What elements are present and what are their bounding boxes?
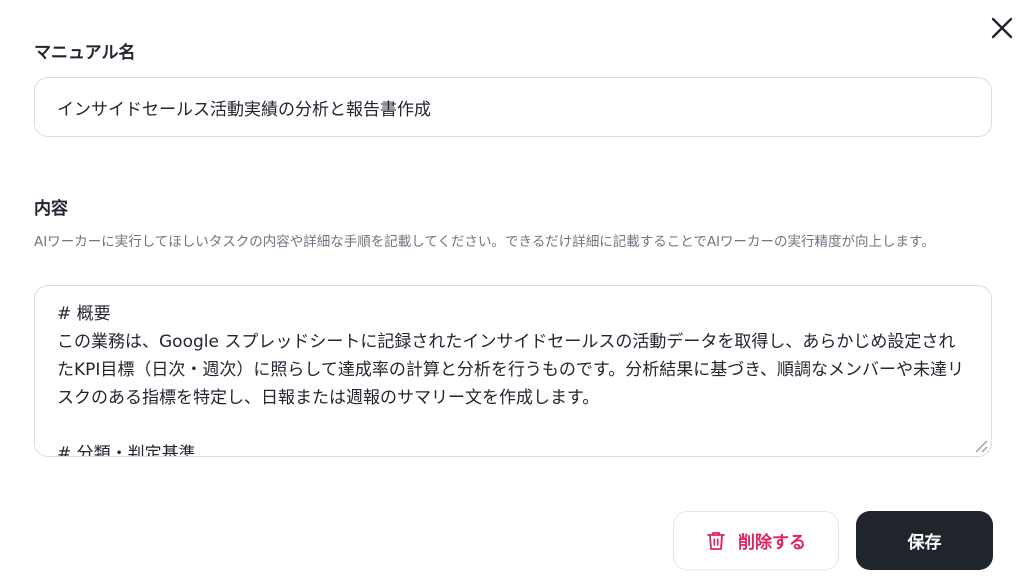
save-button[interactable]: 保存 <box>856 511 993 570</box>
save-button-label: 保存 <box>907 533 942 553</box>
manual-name-label: マニュアル名 <box>34 43 136 63</box>
close-icon <box>991 17 1013 39</box>
delete-button-label: 削除する <box>738 533 806 553</box>
resize-handle-icon[interactable] <box>973 438 989 454</box>
manual-edit-dialog: マニュアル名 内容 AIワーカーに実行してほしいタスクの内容や詳細な手順を記載し… <box>0 0 1026 582</box>
content-textarea[interactable]: # 概要 この業務は、Google スプレッドシートに記録されたインサイドセール… <box>35 286 991 456</box>
content-label: 内容 <box>34 199 68 219</box>
close-button[interactable] <box>988 14 1016 42</box>
delete-button[interactable]: 削除する <box>673 511 839 570</box>
trash-icon <box>706 530 726 552</box>
content-help-text: AIワーカーに実行してほしいタスクの内容や詳細な手順を記載してください。できるだ… <box>34 234 935 250</box>
manual-name-input[interactable] <box>34 77 992 137</box>
content-field: # 概要 この業務は、Google スプレッドシートに記録されたインサイドセール… <box>34 285 992 457</box>
